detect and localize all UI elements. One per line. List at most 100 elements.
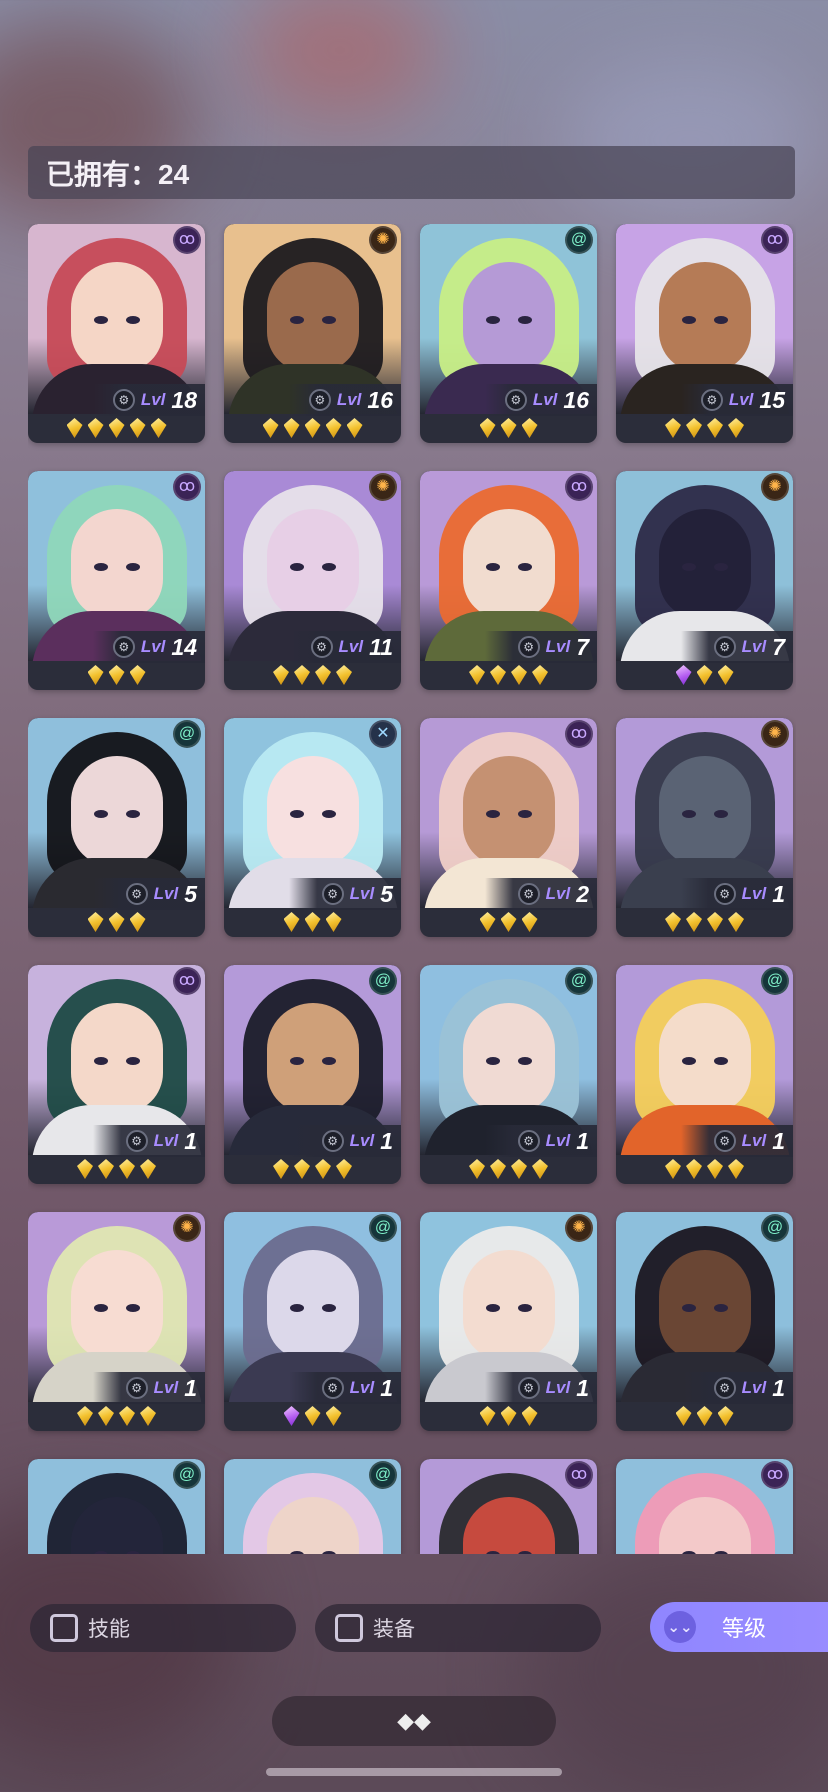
- hero-rank-gems: [28, 413, 205, 443]
- hero-card[interactable]: @ ⚙ Lvl 1: [224, 965, 401, 1184]
- hero-card[interactable]: ✺ ⚙ Lvl 1: [28, 1212, 205, 1431]
- equipment-gear-icon: ⚙: [308, 389, 331, 411]
- hero-level-band: ⚙ Lvl 18: [93, 384, 205, 416]
- hero-card[interactable]: ✺ ⚙ Lvl 1: [616, 718, 793, 937]
- gold-gem-icon: [717, 1406, 734, 1426]
- gold-gem-icon: [119, 1406, 135, 1426]
- equip-checkbox[interactable]: [335, 1614, 363, 1642]
- hero-level-band: ⚙ Lvl 1: [681, 1125, 793, 1157]
- hero-rank-gems: [616, 1401, 793, 1431]
- hero-level: 1: [772, 1127, 785, 1154]
- gold-gem-icon: [66, 418, 83, 438]
- gold-gem-icon: [87, 665, 104, 685]
- gold-gem-icon: [686, 912, 702, 932]
- equipment-gear-icon: ⚙: [713, 883, 736, 905]
- hero-card[interactable]: ✺ ⚙ Lvl 11: [224, 471, 401, 690]
- hero-rank-gems: [224, 1154, 401, 1184]
- equip-filter-toggle[interactable]: 装备: [315, 1604, 601, 1652]
- gold-gem-icon: [87, 418, 104, 438]
- hero-grid-viewport[interactable]: ꝏ ⚙ Lvl 18 ✺ ⚙ Lvl 16 @ ⚙ Lvl 16 ꝏ ⚙ Lvl…: [28, 224, 796, 1554]
- hero-card[interactable]: @ ⚙ Lvl 5: [28, 718, 205, 937]
- skill-checkbox[interactable]: [50, 1614, 78, 1642]
- hero-card[interactable]: ꝏ: [616, 1459, 793, 1554]
- gold-gem-icon: [500, 1406, 517, 1426]
- hero-card[interactable]: ✺ ⚙ Lvl 16: [224, 224, 401, 443]
- equipment-gear-icon: ⚙: [125, 1130, 148, 1152]
- sun-icon: ✺: [761, 473, 789, 501]
- mystic-icon: ꝏ: [565, 473, 593, 501]
- hero-card[interactable]: ꝏ ⚙ Lvl 14: [28, 471, 205, 690]
- level-prefix: Lvl: [336, 390, 362, 409]
- sort-by-level-button[interactable]: ⌄⌄ 等级: [650, 1602, 828, 1652]
- gold-gem-icon: [119, 1159, 135, 1179]
- level-prefix: Lvl: [728, 390, 754, 409]
- swirl-icon: @: [369, 1214, 397, 1242]
- hero-level: 16: [563, 386, 589, 413]
- hero-card[interactable]: @ ⚙ Lvl 1: [224, 1212, 401, 1431]
- sun-icon: ✺: [173, 1214, 201, 1242]
- hero-level-band: ⚙ Lvl 15: [681, 384, 793, 416]
- gold-gem-icon: [521, 912, 538, 932]
- hero-card[interactable]: ꝏ ⚙ Lvl 18: [28, 224, 205, 443]
- hero-card[interactable]: ꝏ ⚙ Lvl 15: [616, 224, 793, 443]
- swirl-icon: @: [173, 720, 201, 748]
- hero-level-band: ⚙ Lvl 1: [485, 1125, 597, 1157]
- hero-grid: ꝏ ⚙ Lvl 18 ✺ ⚙ Lvl 16 @ ⚙ Lvl 16 ꝏ ⚙ Lvl…: [28, 224, 796, 1554]
- hero-card[interactable]: @ ⚙ Lvl 1: [616, 1212, 793, 1431]
- equipment-gear-icon: ⚙: [504, 389, 527, 411]
- hero-level-band: ⚙ Lvl 1: [93, 1372, 205, 1404]
- hero-card[interactable]: @: [28, 1459, 205, 1554]
- hero-card[interactable]: @ ⚙ Lvl 1: [616, 965, 793, 1184]
- hero-rank-gems: [224, 907, 401, 937]
- mystic-icon: ꝏ: [761, 1461, 789, 1489]
- hero-rank-gems: [224, 413, 401, 443]
- gold-gem-icon: [150, 418, 167, 438]
- hero-card[interactable]: @: [224, 1459, 401, 1554]
- gold-gem-icon: [511, 665, 527, 685]
- hero-level-band: ⚙ Lvl 1: [681, 1372, 793, 1404]
- sun-icon: ✺: [761, 720, 789, 748]
- hero-level-band: ⚙ Lvl 7: [485, 631, 597, 663]
- gold-gem-icon: [665, 912, 681, 932]
- hero-card[interactable]: ✕ ⚙ Lvl 5: [224, 718, 401, 937]
- hero-level-band: ⚙ Lvl 14: [93, 631, 205, 663]
- skill-filter-toggle[interactable]: 技能: [30, 1604, 296, 1652]
- hero-level: 14: [171, 633, 197, 660]
- hero-level-band: ⚙ Lvl 7: [681, 631, 793, 663]
- gold-gem-icon: [77, 1159, 93, 1179]
- gold-gem-icon: [479, 912, 496, 932]
- gold-gem-icon: [521, 418, 538, 438]
- sort-label: 等级: [722, 1616, 767, 1641]
- hero-level: 1: [576, 1374, 589, 1401]
- level-prefix: Lvl: [545, 884, 571, 903]
- level-prefix: Lvl: [153, 884, 179, 903]
- filter-bar: 技能 装备 ⌄⌄ 等级: [0, 1598, 828, 1662]
- equipment-gear-icon: ⚙: [713, 1130, 736, 1152]
- hero-card[interactable]: @ ⚙ Lvl 1: [420, 965, 597, 1184]
- hero-level-band: ⚙ Lvl 5: [93, 878, 205, 910]
- hero-rank-gems: [616, 413, 793, 443]
- swirl-icon: @: [565, 226, 593, 254]
- hero-card[interactable]: ꝏ ⚙ Lvl 7: [420, 471, 597, 690]
- hero-card[interactable]: ✺ ⚙ Lvl 7: [616, 471, 793, 690]
- gold-gem-icon: [304, 1406, 321, 1426]
- hero-card[interactable]: ꝏ: [420, 1459, 597, 1554]
- equipment-gear-icon: ⚙: [517, 1377, 540, 1399]
- level-prefix: Lvl: [153, 1378, 179, 1397]
- gold-gem-icon: [479, 418, 496, 438]
- equipment-gear-icon: ⚙: [517, 1130, 540, 1152]
- collapse-panel-button[interactable]: ◆◆: [272, 1696, 556, 1746]
- gold-gem-icon: [665, 418, 681, 438]
- hero-card[interactable]: ꝏ ⚙ Lvl 1: [28, 965, 205, 1184]
- gold-gem-icon: [707, 912, 723, 932]
- hero-rank-gems: [420, 660, 597, 690]
- gold-gem-icon: [490, 1159, 506, 1179]
- hero-card[interactable]: ✺ ⚙ Lvl 1: [420, 1212, 597, 1431]
- hero-card[interactable]: @ ⚙ Lvl 16: [420, 224, 597, 443]
- gold-gem-icon: [325, 418, 342, 438]
- hero-card[interactable]: ꝏ ⚙ Lvl 2: [420, 718, 597, 937]
- gold-gem-icon: [77, 1406, 93, 1426]
- hero-level-band: ⚙ Lvl 11: [289, 631, 401, 663]
- gold-gem-icon: [665, 1159, 681, 1179]
- equipment-gear-icon: ⚙: [112, 636, 135, 658]
